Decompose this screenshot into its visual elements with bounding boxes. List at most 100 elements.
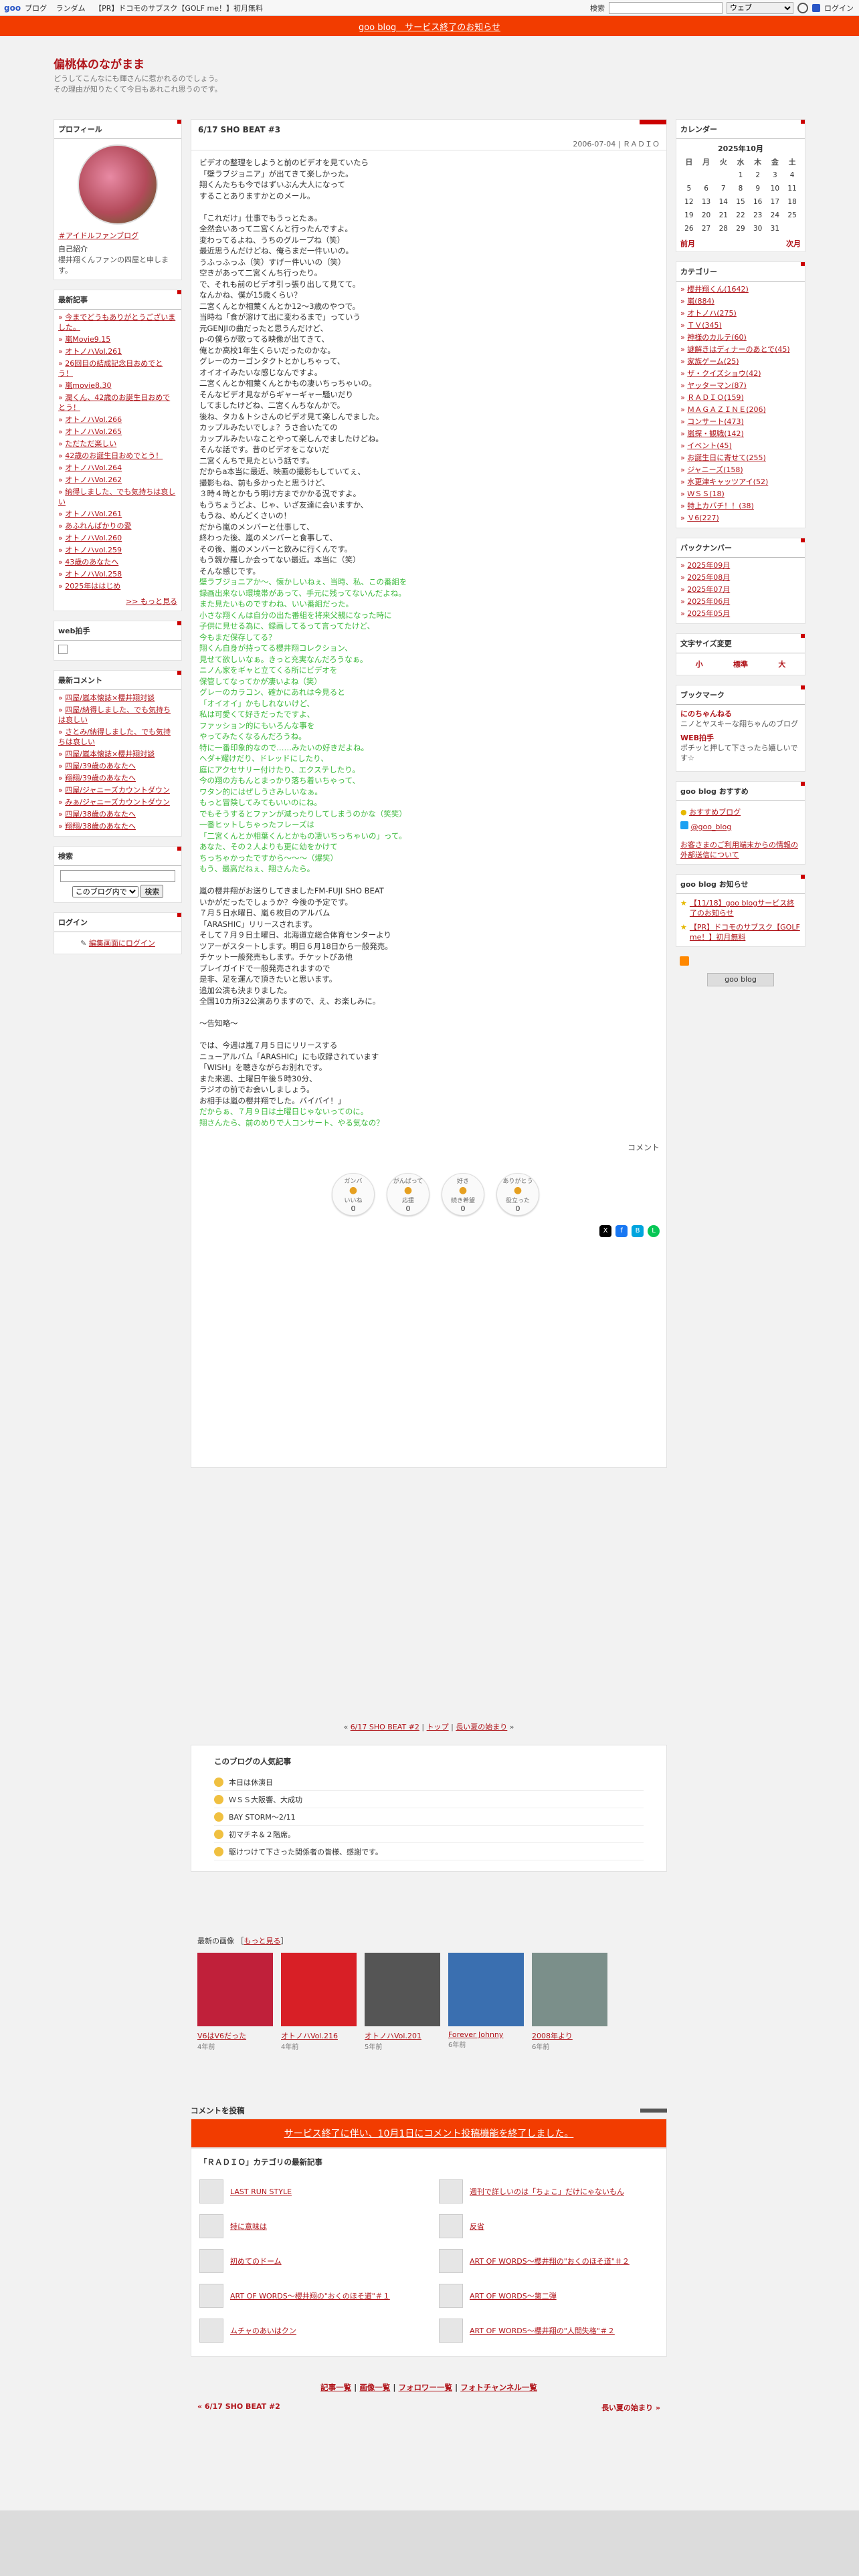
category-post-link[interactable]: ART OF WORDS～櫻井翔の"おくのほそ道"＃２ (470, 2256, 630, 2266)
recent-post-link[interactable]: 42歳のお誕生日おめでとう！ (65, 451, 163, 460)
popular-item[interactable]: 駆けつけて下さった関係者の皆様、感謝です。 (214, 1843, 644, 1860)
calendar-day[interactable]: 12 (680, 195, 698, 209)
calendar-day[interactable]: 26 (680, 222, 698, 235)
category-link[interactable]: オトノハ(275) (687, 309, 737, 318)
top-link-pr[interactable]: 【PR】ドコモのサブスク【GOLF me！】初月無料 (94, 4, 263, 13)
category-post-link[interactable]: ムチャのあいはクン (230, 2325, 296, 2336)
calendar-day[interactable]: 17 (767, 195, 784, 209)
category-post-link[interactable]: ART OF WORDS～櫻井翔の"おくのほそ道"＃１ (230, 2290, 390, 2301)
font-standard-button[interactable]: 標準 (733, 659, 748, 669)
category-link[interactable]: ジャニーズ(158) (687, 465, 743, 474)
category-link[interactable]: 嵐探・観戦(142) (687, 429, 744, 438)
category-post-link[interactable]: ART OF WORDS～櫻井翔の"人間失格"＃２ (470, 2325, 615, 2336)
comment-link[interactable]: コメント (628, 1143, 660, 1152)
calendar-day[interactable]: 24 (767, 209, 784, 222)
calendar-day[interactable]: 15 (732, 195, 749, 209)
calendar-day[interactable]: 6 (698, 182, 715, 195)
recent-comment-link[interactable]: 翔翔/39歳のあなたへ (65, 774, 136, 782)
recent-more-link[interactable]: >> もっと見る (126, 597, 177, 606)
recent-post-link[interactable]: ただただ楽しい (65, 439, 116, 448)
recent-post-link[interactable]: 今までどうもありがとうございました。 (58, 313, 175, 332)
facebook-share-icon[interactable]: f (615, 1225, 628, 1237)
recent-post-link[interactable]: 43歳のあなたへ (65, 558, 118, 566)
recent-post-link[interactable]: オトノハVol.264 (65, 463, 122, 472)
goo-blog-badge[interactable]: goo blog (707, 973, 774, 986)
photo-channel-link[interactable]: フォトチャンネル一覧 (460, 2383, 537, 2392)
image-thumb[interactable]: Forever Johnny 6年前 (448, 1953, 524, 2051)
category-link[interactable]: ＴＶ(345) (687, 321, 722, 330)
calendar-day[interactable]: 30 (749, 222, 767, 235)
font-small-button[interactable]: 小 (696, 659, 703, 669)
category-link[interactable]: 水更津キャッツアイ(52) (687, 477, 768, 486)
calendar-day[interactable]: 14 (714, 195, 732, 209)
recent-comment-link[interactable]: みぁ/ジャニーズカウントダウン (65, 798, 170, 807)
goo-logo[interactable]: goo (4, 3, 21, 13)
calendar-day[interactable]: 2 (749, 169, 767, 182)
goo-info-pr-link[interactable]: 【PR】ドコモのサブスク【GOLF me！】初月無料 (690, 922, 801, 942)
comment-closed-link[interactable]: サービス終了に伴い、10月1日にコメント投稿機能を終了しました。 (284, 2127, 574, 2140)
calendar-day[interactable]: 11 (783, 182, 801, 195)
thumb-caption[interactable]: 2008年より (532, 2032, 573, 2040)
calendar-day[interactable]: 13 (698, 195, 715, 209)
thumb-caption[interactable]: オトノハVol.216 (281, 2032, 338, 2040)
recent-post-link[interactable]: オトノハVol.261 (65, 510, 122, 518)
blog-title[interactable]: 偏桃体のながまま (54, 55, 145, 72)
bookmark-link[interactable]: WEB拍手 (680, 733, 801, 743)
blog-search-input[interactable] (60, 870, 175, 882)
backnumber-link[interactable]: 2025年06月 (687, 597, 730, 606)
calendar-day[interactable]: 4 (783, 169, 801, 182)
recent-post-link[interactable]: オトノハVol.258 (65, 570, 122, 578)
footer-next-link[interactable]: 長い夏の始まり » (601, 2402, 660, 2413)
recent-post-link[interactable]: 納得しました、でも気持ちは哀しい (58, 488, 175, 506)
calendar-prev-link[interactable]: 前月 (680, 238, 695, 249)
category-link[interactable]: 神様のカルテ(60) (687, 333, 747, 342)
calendar-day[interactable]: 28 (714, 222, 732, 235)
calendar-day[interactable]: 21 (714, 209, 732, 222)
next-article-link[interactable]: 長い夏の始まり (456, 1723, 507, 1731)
blog-search-button[interactable]: 検索 (140, 885, 164, 898)
thumb-image[interactable] (448, 1953, 524, 2026)
popular-item[interactable]: 初マチネ＆２階席。 (214, 1826, 644, 1843)
category-post-link[interactable]: 週刊で詳しいのは「ちょこ」だけにゃないもん (470, 2186, 624, 2197)
category-link[interactable]: ＭＡＧＡＺＩＮＥ(206) (687, 405, 766, 414)
image-thumb[interactable]: V6はV6だった 4年前 (197, 1953, 273, 2051)
followers-link[interactable]: フォロワー一覧 (399, 2383, 453, 2392)
blog-search-scope[interactable]: このブログ内で (72, 886, 138, 897)
calendar-day[interactable]: 10 (767, 182, 784, 195)
backnumber-link[interactable]: 2025年05月 (687, 609, 730, 618)
category-post-link[interactable]: 特に意味は (230, 2221, 267, 2232)
calendar-day[interactable]: 25 (783, 209, 801, 222)
thumb-image[interactable] (197, 1953, 273, 2026)
image-thumb[interactable]: 2008年より 6年前 (532, 1953, 607, 2051)
recent-post-link[interactable]: オトノハVol.261 (65, 347, 122, 356)
calendar-day[interactable]: 7 (714, 182, 732, 195)
top-search-input[interactable] (609, 1, 723, 14)
profile-category-link[interactable]: ＃アイドルファンブログ (58, 230, 177, 241)
bookmark-link[interactable]: にのちゃんねる (680, 709, 801, 719)
line-share-icon[interactable]: L (648, 1225, 660, 1237)
calendar-day[interactable]: 5 (680, 182, 698, 195)
thumb-caption[interactable]: オトノハVol.201 (365, 2032, 421, 2040)
calendar-day[interactable]: 31 (767, 222, 784, 235)
recent-comment-link[interactable]: 四屋/ジャニーズカウントダウン (65, 786, 170, 794)
category-post-link[interactable]: LAST RUN STYLE (230, 2187, 292, 2196)
recent-comment-link[interactable]: 四屋/嵐本懐誌×櫻井翔対談 (65, 750, 155, 758)
popular-item[interactable]: 本日は休演日 (214, 1774, 644, 1791)
recent-post-link[interactable]: 嵐movie8.30 (65, 381, 111, 390)
recent-post-link[interactable]: オトノハVol.265 (65, 427, 122, 436)
goo-x-link[interactable]: @goo_blog (691, 823, 732, 831)
thumb-caption[interactable]: V6はV6だった (197, 2032, 246, 2040)
edit-login-link[interactable]: 編集画面にログイン (89, 939, 155, 948)
recent-post-link[interactable]: オトノハvol.259 (65, 546, 122, 554)
thumb-image[interactable] (532, 1953, 607, 2026)
recent-post-link[interactable]: 26回目の結成記念日おめでとう！ (58, 359, 163, 378)
all-images-link[interactable]: 画像一覧 (359, 2383, 390, 2392)
reaction-button[interactable]: ありがとう ● 役立った 0 (496, 1173, 539, 1216)
backnumber-link[interactable]: 2025年09月 (687, 561, 730, 570)
calendar-day[interactable]: 18 (783, 195, 801, 209)
popular-item[interactable]: BAY STORM～2/11 (214, 1808, 644, 1826)
category-link[interactable]: コンサート(473) (687, 417, 744, 426)
category-link[interactable]: ＲＡＤＩＯ(159) (687, 393, 744, 402)
category-post-link[interactable]: 反省 (470, 2221, 484, 2232)
thumb-image[interactable] (281, 1953, 357, 2026)
